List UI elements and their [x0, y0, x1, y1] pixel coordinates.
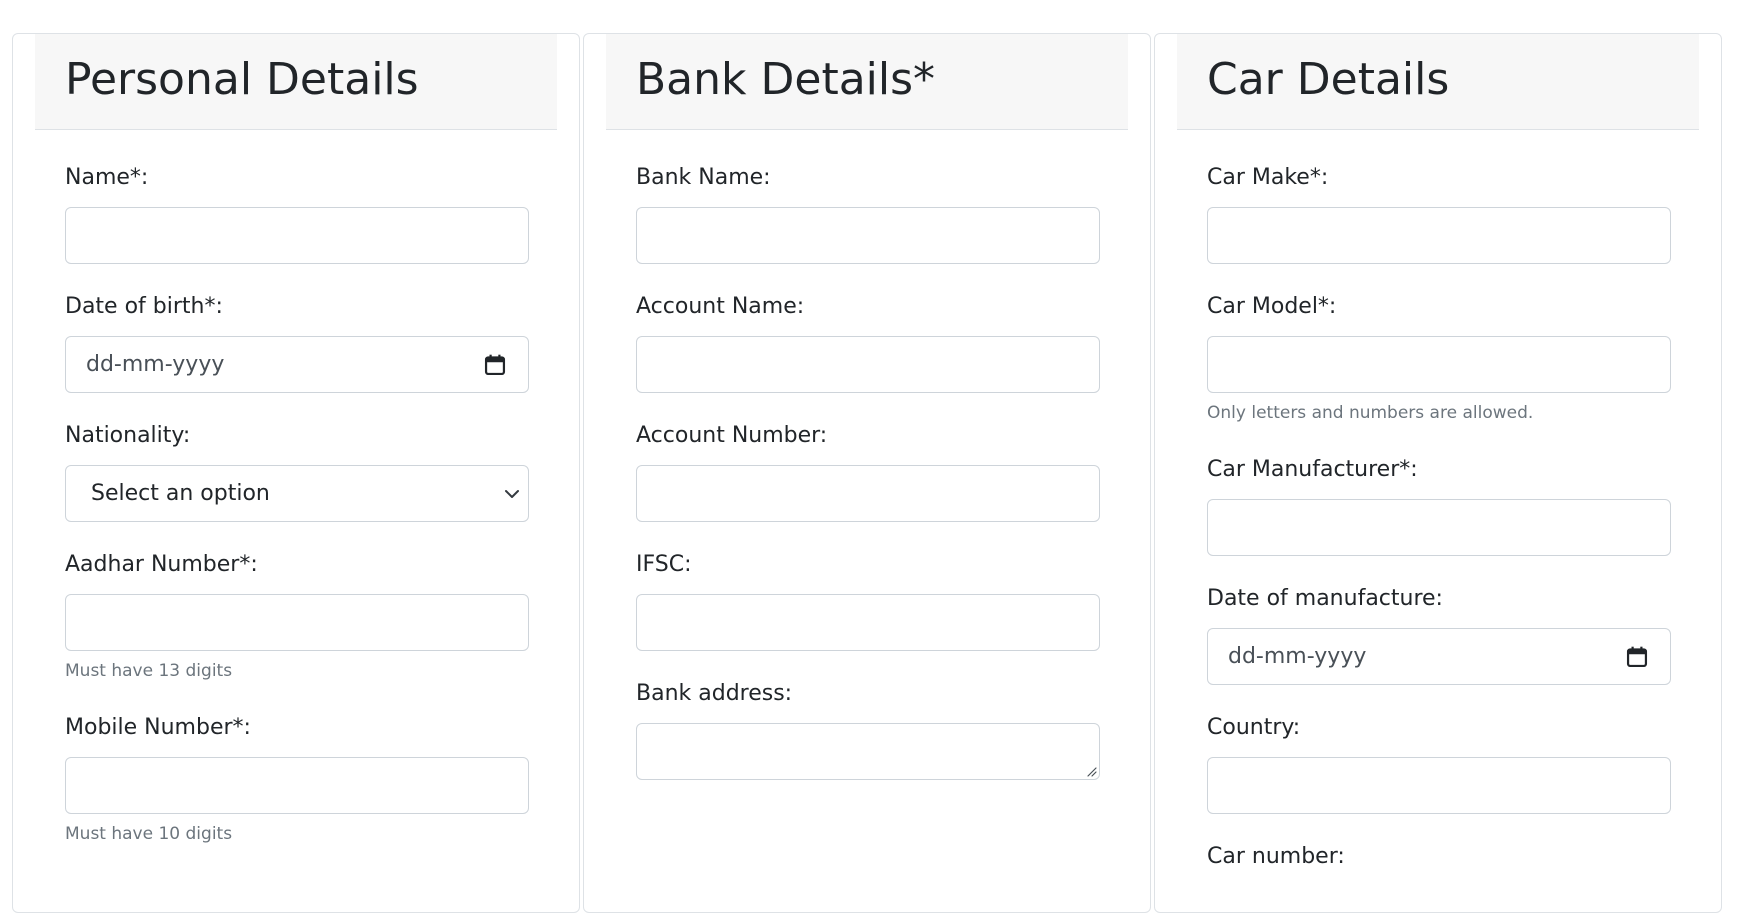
ifsc-label: IFSC:	[636, 552, 692, 577]
personal-details-card: Personal Details Name*: Date of birth*: …	[12, 33, 580, 913]
bank-address-label: Bank address:	[636, 681, 793, 706]
date-of-manufacture-label: Date of manufacture:	[1207, 586, 1443, 611]
aadhar-input[interactable]	[65, 594, 529, 651]
account-name-input[interactable]	[636, 336, 1100, 393]
calendar-icon[interactable]	[484, 354, 506, 376]
car-model-help-text: Only letters and numbers are allowed.	[1207, 403, 1534, 423]
car-make-label: Car Make*:	[1207, 165, 1329, 190]
resize-handle-icon[interactable]	[1085, 765, 1097, 777]
country-label: Country:	[1207, 715, 1301, 740]
account-name-label: Account Name:	[636, 294, 805, 319]
bank-name-input[interactable]	[636, 207, 1100, 264]
bank-address-textarea[interactable]	[636, 723, 1100, 780]
country-input[interactable]	[1207, 757, 1671, 814]
mobile-help-text: Must have 10 digits	[65, 824, 233, 844]
date-of-manufacture-placeholder: dd-mm-yyyy	[1228, 644, 1367, 669]
account-number-input[interactable]	[636, 465, 1100, 522]
nationality-select[interactable]: Select an option	[65, 465, 529, 522]
nationality-label: Nationality:	[65, 423, 191, 448]
bank-details-header: Bank Details*	[606, 34, 1128, 130]
car-details-title: Car Details	[1207, 54, 1450, 105]
name-input[interactable]	[65, 207, 529, 264]
car-make-input[interactable]	[1207, 207, 1671, 264]
personal-details-title: Personal Details	[65, 54, 419, 105]
car-manufacturer-label: Car Manufacturer*:	[1207, 457, 1418, 482]
name-label: Name*:	[65, 165, 149, 190]
car-number-label: Car number:	[1207, 844, 1345, 869]
nationality-selected-value: Select an option	[91, 481, 270, 506]
car-model-label: Car Model*:	[1207, 294, 1337, 319]
car-details-card: Car Details Car Make*: Car Model*: Only …	[1154, 33, 1722, 913]
mobile-input[interactable]	[65, 757, 529, 814]
bank-details-card: Bank Details* Bank Name: Account Name: A…	[583, 33, 1151, 913]
car-details-header: Car Details	[1177, 34, 1699, 130]
personal-details-header: Personal Details	[35, 34, 557, 130]
dob-placeholder: dd-mm-yyyy	[86, 352, 225, 377]
account-number-label: Account Number:	[636, 423, 828, 448]
chevron-down-icon	[505, 490, 519, 498]
aadhar-help-text: Must have 13 digits	[65, 661, 233, 681]
car-model-input[interactable]	[1207, 336, 1671, 393]
calendar-icon[interactable]	[1626, 646, 1648, 668]
dob-input[interactable]: dd-mm-yyyy	[65, 336, 529, 393]
bank-name-label: Bank Name:	[636, 165, 771, 190]
mobile-label: Mobile Number*:	[65, 715, 251, 740]
aadhar-label: Aadhar Number*:	[65, 552, 258, 577]
date-of-manufacture-input[interactable]: dd-mm-yyyy	[1207, 628, 1671, 685]
car-manufacturer-input[interactable]	[1207, 499, 1671, 556]
bank-details-title: Bank Details*	[636, 54, 936, 105]
ifsc-input[interactable]	[636, 594, 1100, 651]
dob-label: Date of birth*:	[65, 294, 223, 319]
